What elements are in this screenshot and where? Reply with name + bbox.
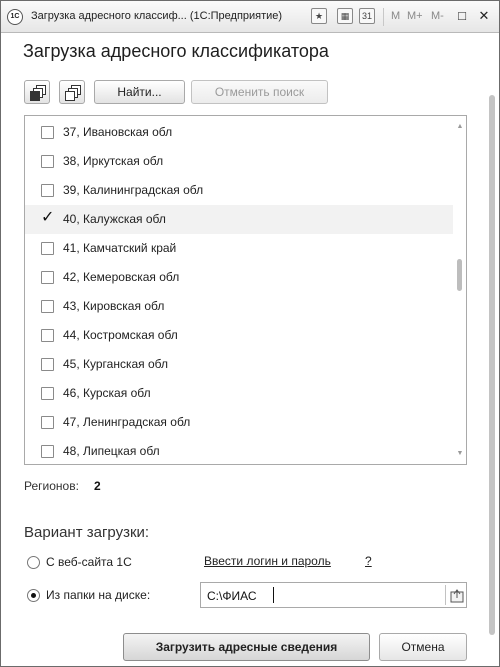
folder-path-input[interactable]: C:\ФИАС	[200, 582, 467, 608]
uncheck-all-button[interactable]	[59, 80, 85, 104]
region-row[interactable]: 37, Ивановская обл	[25, 118, 453, 147]
region-checkbox[interactable]	[41, 271, 54, 284]
region-label: 45, Курганская обл	[63, 357, 168, 371]
toolbar-divider	[383, 8, 384, 26]
web-source-radio[interactable]	[27, 556, 40, 569]
region-row[interactable]: 47, Ленинградская обл	[25, 408, 453, 437]
regions-list[interactable]: 48, Липецкая обл 47, Ленинградская обл 46,…	[24, 115, 467, 465]
region-checkbox[interactable]	[41, 329, 54, 342]
favorite-star-icon[interactable]: ★	[311, 8, 327, 24]
find-button[interactable]: Найти...	[94, 80, 185, 104]
calculator-icon[interactable]: ▦	[337, 8, 353, 24]
region-label: 40, Калужская обл	[63, 212, 166, 226]
folder-source-label[interactable]: Из папки на диске:	[46, 588, 150, 602]
region-checkbox[interactable]	[41, 242, 54, 255]
calendar-day: 31	[361, 11, 372, 21]
text-caret	[273, 587, 274, 603]
help-link[interactable]: ?	[365, 554, 372, 568]
check-all-button[interactable]	[24, 80, 50, 104]
memory-button[interactable]: M	[391, 10, 400, 22]
region-row[interactable]: 38, Иркутская обл	[25, 147, 453, 176]
uncheck-all-icon	[65, 85, 81, 101]
region-checkbox-checked[interactable]: ✓	[41, 209, 55, 226]
region-label: 47, Ленинградская обл	[63, 415, 191, 429]
window-scroll-thumb[interactable]	[489, 95, 495, 635]
region-row[interactable]: 41, Камчатский край	[25, 234, 453, 263]
folder-path-value[interactable]: C:\ФИАС	[207, 589, 257, 603]
region-label: 38, Иркутская обл	[63, 154, 164, 168]
window-scrollbar[interactable]	[485, 35, 499, 665]
page-title: Загрузка адресного классификатора	[23, 41, 329, 61]
region-checkbox[interactable]	[41, 358, 54, 371]
region-label: 48, Липецкая обл	[63, 444, 160, 458]
region-row[interactable]: 46, Курская обл	[25, 379, 453, 408]
region-checkbox[interactable]	[41, 184, 54, 197]
memory-minus-button[interactable]: M-	[431, 10, 444, 22]
load-variant-heading: Вариант загрузки:	[24, 524, 150, 541]
window-title: Загрузка адресного классиф... (1С:Предпр…	[31, 10, 283, 22]
regions-count-value: 2	[94, 479, 101, 493]
region-checkbox[interactable]	[41, 155, 54, 168]
memory-plus-button[interactable]: M+	[407, 10, 423, 22]
list-scroll-thumb[interactable]	[457, 259, 462, 291]
region-label: 37, Ивановская обл	[63, 125, 173, 139]
window: 1С Загрузка адресного классиф... (1С:Пре…	[0, 0, 500, 667]
scroll-up-icon[interactable]: ▲	[455, 122, 465, 132]
region-checkbox[interactable]	[41, 416, 54, 429]
region-label: 43, Кировская обл	[63, 299, 165, 313]
region-row[interactable]: 39, Калининградская обл	[25, 176, 453, 205]
region-checkbox[interactable]	[41, 445, 54, 458]
region-row[interactable]: 43, Кировская обл	[25, 292, 453, 321]
region-checkbox[interactable]	[41, 126, 54, 139]
region-row[interactable]: ✓ 40, Калужская обл	[25, 205, 453, 234]
load-address-data-button[interactable]: Загрузить адресные сведения	[123, 633, 370, 661]
cancel-search-button[interactable]: Отменить поиск	[191, 80, 328, 104]
region-checkbox[interactable]	[41, 300, 54, 313]
region-row[interactable]: 45, Курганская обл	[25, 350, 453, 379]
region-checkbox[interactable]	[41, 387, 54, 400]
app-logo-icon[interactable]: 1С	[7, 9, 23, 25]
cancel-button[interactable]: Отмена	[379, 633, 467, 661]
scroll-down-icon[interactable]: ▼	[455, 449, 465, 459]
title-bar[interactable]: 1С Загрузка адресного классиф... (1С:Пре…	[1, 1, 499, 33]
close-icon[interactable]: ✕	[475, 7, 493, 25]
region-label: 42, Кемеровская обл	[63, 270, 180, 284]
restore-icon[interactable]: □	[453, 7, 471, 25]
folder-source-radio[interactable]	[27, 589, 40, 602]
region-row[interactable]: 48, Липецкая обл	[25, 437, 453, 464]
list-scrollbar[interactable]: ▲ ▼	[453, 116, 466, 464]
web-source-label[interactable]: С веб-сайта 1С	[46, 555, 132, 569]
region-label: 41, Камчатский край	[63, 241, 177, 255]
login-password-link[interactable]: Ввести логин и пароль	[204, 554, 331, 568]
region-row[interactable]: 44, Костромская обл	[25, 321, 453, 350]
region-label: 44, Костромская обл	[63, 328, 178, 342]
check-all-icon	[30, 85, 46, 101]
region-label: 46, Курская обл	[63, 386, 151, 400]
region-row[interactable]: 42, Кемеровская обл	[25, 263, 453, 292]
regions-count-label: Регионов:	[24, 479, 79, 493]
check-mark-icon: ✓	[41, 209, 55, 226]
folder-browse-icon[interactable]	[450, 587, 464, 603]
region-label: 39, Калининградская обл	[63, 183, 204, 197]
field-divider	[445, 585, 446, 605]
calendar-icon[interactable]: 31	[359, 8, 375, 24]
